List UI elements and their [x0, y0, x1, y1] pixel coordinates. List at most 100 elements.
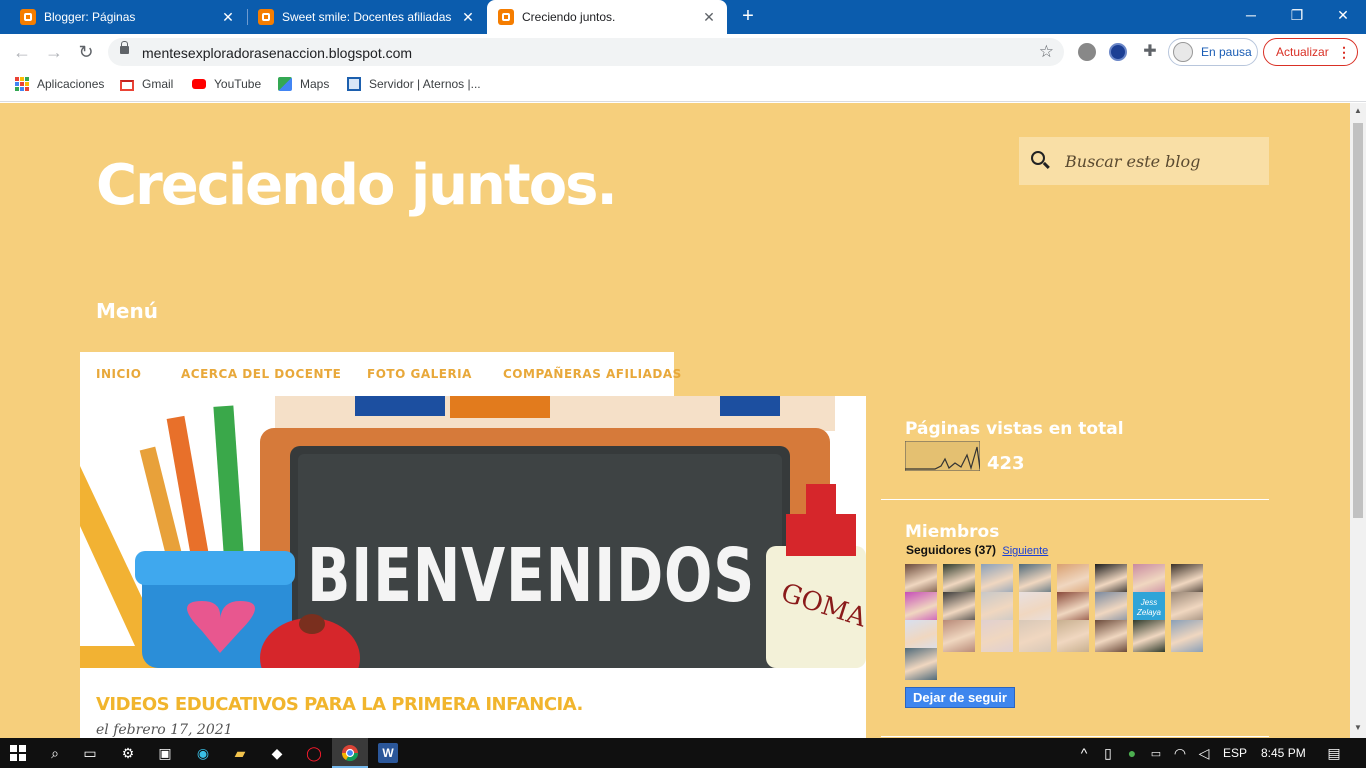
language-indicator[interactable]: ESP	[1223, 746, 1247, 760]
tray-app-icon[interactable]: ●	[1122, 743, 1142, 763]
menu-item-acerca-del-docente[interactable]: ACERCA DEL DOCENTE	[181, 367, 341, 381]
follower-avatar[interactable]	[1095, 620, 1127, 652]
close-icon[interactable]: ✕	[460, 9, 476, 25]
wifi-icon[interactable]: ◠	[1170, 743, 1190, 763]
reload-icon[interactable]: ↻	[74, 40, 98, 64]
tab-title: Blogger: Páginas	[44, 10, 136, 24]
follower-avatar[interactable]	[943, 620, 975, 652]
bookmarks-bar: Aplicaciones Gmail YouTube Maps Servidor…	[0, 70, 1366, 102]
blog-title[interactable]: Creciendo juntos.	[96, 153, 618, 218]
scroll-up-icon[interactable]: ▲	[1353, 106, 1363, 116]
post-title[interactable]: VIDEOS EDUCATIVOS PARA LA PRIMERA INFANC…	[96, 694, 583, 715]
bookmark-aternos[interactable]: Servidor | Aternos |...	[347, 77, 481, 91]
follower-avatar[interactable]	[905, 648, 937, 680]
bookmark-label: Aplicaciones	[37, 77, 105, 91]
address-bar[interactable]: mentesexploradorasenaccion.blogspot.com …	[108, 38, 1064, 66]
task-view-icon[interactable]: ▭	[80, 743, 100, 763]
volume-icon[interactable]: ◁	[1194, 743, 1214, 763]
page-scrollbar[interactable]: ▲ ▼	[1350, 103, 1366, 738]
menu-bar: INICIO ACERCA DEL DOCENTE FOTO GALERIA C…	[80, 352, 681, 396]
menu-item-foto-galeria[interactable]: FOTO GALERIA	[367, 367, 472, 381]
chevron-up-icon[interactable]: ^	[1074, 743, 1094, 763]
minimize-icon[interactable]: ─	[1228, 0, 1274, 30]
bookmark-maps[interactable]: Maps	[278, 77, 329, 91]
follower-avatar[interactable]	[981, 620, 1013, 652]
profile-label: En pausa	[1201, 45, 1252, 59]
post-date[interactable]: el febrero 17, 2021	[96, 722, 233, 738]
battery-icon[interactable]: ▭	[1146, 743, 1166, 763]
chrome-icon[interactable]	[340, 743, 360, 763]
word-icon[interactable]: W	[378, 743, 398, 763]
update-label: Actualizar	[1276, 45, 1329, 59]
menu-heading: Menú	[96, 299, 158, 323]
follower-avatar[interactable]	[1057, 620, 1089, 652]
pageviews-sparkline	[905, 441, 980, 471]
youtube-icon	[192, 79, 206, 89]
bookmark-star-icon[interactable]: ☆	[1039, 42, 1054, 62]
tab-title: Creciendo juntos.	[522, 10, 616, 24]
post-card: GOMA BIENVENIDOS VIDEOS EDUCATIVOS PARA …	[80, 396, 866, 738]
puzzle-icon[interactable]: ✚	[1141, 43, 1159, 61]
tab-creciendo-juntos[interactable]: Creciendo juntos. ✕	[487, 0, 727, 34]
tab-blogger-paginas[interactable]: Blogger: Páginas ✕	[0, 0, 246, 34]
pageviews-heading: Páginas vistas en total	[905, 419, 1124, 439]
bookmark-youtube[interactable]: YouTube	[192, 77, 261, 91]
menu-item-inicio[interactable]: INICIO	[96, 367, 141, 381]
back-arrow-icon[interactable]: ←	[10, 40, 34, 64]
search-icon[interactable]: ⌕	[45, 743, 65, 763]
bookmark-label: YouTube	[214, 77, 262, 91]
windows-start-icon[interactable]	[8, 743, 28, 763]
search-icon[interactable]	[1031, 151, 1045, 165]
new-tab-plus-icon[interactable]: +	[738, 6, 758, 26]
blogger-icon	[498, 9, 514, 25]
blogger-icon	[258, 9, 274, 25]
window-close-icon[interactable]: ✕	[1320, 0, 1366, 30]
follower-avatar[interactable]	[1133, 620, 1165, 652]
restore-icon[interactable]: ❐	[1274, 0, 1320, 30]
tab-sweet-smile[interactable]: Sweet smile: Docentes afiliadas ✕	[248, 0, 486, 34]
browser-tab-strip: Blogger: Páginas ✕ Sweet smile: Docentes…	[0, 0, 1366, 34]
dropbox-icon[interactable]: ◆	[267, 743, 287, 763]
followers-count: Seguidores (37)	[906, 543, 997, 557]
bookmark-label: Gmail	[142, 77, 174, 91]
close-icon[interactable]: ✕	[220, 9, 236, 25]
banner-text: BIENVENIDOS	[307, 533, 755, 619]
update-button[interactable]: Actualizar ⋮	[1263, 38, 1358, 66]
edge-icon[interactable]: ◉	[193, 743, 213, 763]
settings-gear-icon[interactable]: ⚙	[118, 743, 138, 763]
forward-arrow-icon[interactable]: →	[42, 40, 66, 64]
kebab-menu-icon: ⋮	[1337, 44, 1351, 60]
store-bag-icon[interactable]: ▣	[155, 743, 175, 763]
file-explorer-icon[interactable]: ▰	[230, 743, 250, 763]
scroll-thumb[interactable]	[1353, 123, 1363, 518]
bookmark-gmail[interactable]: Gmail	[120, 77, 173, 91]
gmail-icon	[120, 79, 134, 91]
device-icon[interactable]: ▯	[1098, 743, 1118, 763]
follower-avatar[interactable]	[1171, 620, 1203, 652]
sidebar-divider	[881, 736, 1269, 737]
scroll-down-icon[interactable]: ▼	[1353, 723, 1363, 733]
followers-next-link[interactable]: Siguiente	[1002, 545, 1048, 557]
extension-icon[interactable]	[1109, 43, 1127, 61]
close-icon[interactable]: ✕	[701, 9, 717, 25]
sidebar-divider	[881, 499, 1269, 500]
blogger-icon	[20, 9, 36, 25]
search-input[interactable]	[1065, 149, 1255, 173]
opera-icon[interactable]: ◯	[304, 743, 324, 763]
clock[interactable]: 8:45 PM	[1261, 746, 1306, 760]
menu-item-companeras-afiliadas[interactable]: COMPAÑERAS AFILIADAS	[503, 367, 682, 381]
followers-line: Seguidores (37) Siguiente	[906, 543, 1048, 557]
search-box[interactable]	[1019, 137, 1269, 185]
bookmark-apps[interactable]: Aplicaciones	[15, 77, 104, 91]
notifications-icon[interactable]: ▤	[1324, 743, 1344, 763]
post-banner-image[interactable]: GOMA BIENVENIDOS	[80, 396, 866, 668]
bookmark-label: Servidor | Aternos |...	[369, 77, 481, 91]
browser-toolbar: ← → ↻ mentesexploradorasenaccion.blogspo…	[0, 34, 1366, 70]
members-heading: Miembros	[905, 522, 1000, 542]
extension-icon[interactable]	[1078, 43, 1096, 61]
profile-button[interactable]: En pausa	[1168, 38, 1258, 66]
lock-icon	[120, 41, 129, 54]
follower-avatar[interactable]	[1019, 620, 1051, 652]
tab-title: Sweet smile: Docentes afiliadas	[282, 10, 452, 24]
unfollow-button[interactable]: Dejar de seguir	[905, 687, 1015, 708]
